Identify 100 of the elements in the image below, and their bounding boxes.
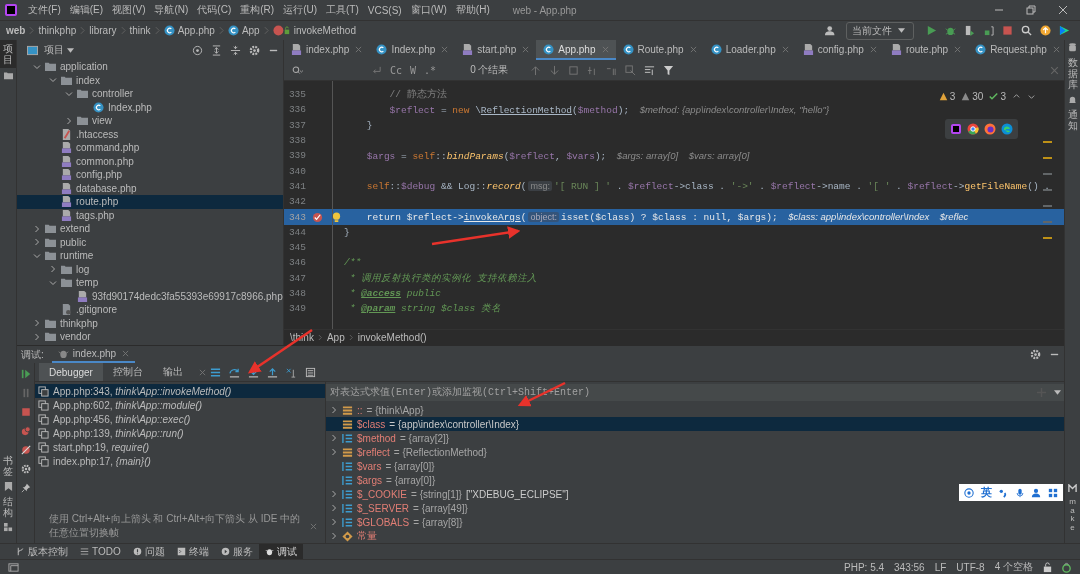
editor-tab[interactable]: config.php [795, 40, 884, 60]
tree-item[interactable]: database.php [17, 181, 283, 195]
menu-item[interactable]: 导航(N) [154, 3, 189, 17]
panel-toggle-icon[interactable] [8, 561, 19, 573]
tree-item[interactable]: temp [17, 276, 283, 290]
error-count[interactable]: 3 [949, 91, 956, 102]
menu-item[interactable]: 视图(V) [112, 3, 146, 17]
stop-icon[interactable] [20, 407, 31, 417]
run-icon[interactable] [926, 25, 937, 36]
breadcrumb-item[interactable]: invokeMethod [293, 25, 356, 36]
menu-item[interactable]: 编辑(E) [69, 3, 104, 17]
tool-window-tab[interactable]: 版本控制 [10, 544, 74, 559]
tree-item[interactable]: config.php [17, 168, 283, 182]
calculator-icon[interactable] [304, 366, 316, 378]
microphone-icon[interactable] [1014, 487, 1025, 498]
database-tool-tab[interactable]: 数据库 [1067, 55, 1078, 92]
warning-count[interactable]: 30 [972, 91, 984, 102]
variable-entry[interactable]: $reflect = {ReflectionMethod} [357, 446, 487, 458]
stack-frame[interactable]: App.php:139, think\App::run() [35, 426, 325, 440]
menu-item[interactable]: 文件(F) [28, 3, 61, 17]
structure-tool-tab[interactable]: 结构 [3, 494, 13, 520]
regex-toggle[interactable]: .* [424, 64, 437, 76]
bulb-icon[interactable] [331, 211, 341, 223]
newline-icon[interactable] [371, 64, 382, 76]
chevron-icon[interactable] [330, 490, 338, 498]
select-occurrences-icon[interactable] [625, 64, 637, 76]
ide-browser-icon[interactable] [950, 123, 962, 135]
stack-frame[interactable]: App.php:602, think\App::module() [35, 398, 325, 412]
settings-icon[interactable] [249, 44, 260, 56]
close-icon[interactable] [1058, 5, 1068, 15]
chevron-icon[interactable] [330, 434, 338, 442]
bug-icon[interactable] [945, 25, 956, 36]
stop-icon[interactable] [1002, 25, 1013, 36]
stack-frame[interactable]: App.php:456, think\App::exec() [35, 412, 325, 426]
tree-item[interactable]: 93fd90174dedc3fa55393e69917c8966.php [17, 289, 283, 303]
locate-icon[interactable] [192, 44, 203, 56]
editor-tab[interactable]: Route.php [615, 40, 704, 60]
resume-icon[interactable] [20, 369, 31, 379]
arrow-down-icon[interactable] [549, 64, 561, 76]
status-item[interactable]: 4 个空格 [994, 560, 1033, 574]
variable-entry[interactable]: $GLOBALS = {array[8]} [357, 516, 463, 528]
punctuation-icon[interactable] [998, 487, 1009, 498]
breadcrumb-item[interactable]: library [89, 25, 117, 36]
tree-item[interactable]: extend [17, 222, 283, 236]
caret-icon[interactable] [1054, 390, 1061, 395]
search-icon[interactable] [292, 64, 303, 76]
variable-entry[interactable]: $_COOKIE = {string[1]} ["XDEBUG_ECLIPSE"] [357, 488, 569, 500]
tree-item[interactable]: public [17, 235, 283, 249]
caret-icon[interactable] [67, 47, 74, 53]
status-item[interactable]: PHP: 5.4 [844, 561, 885, 573]
tree-item[interactable]: .gitignore [17, 303, 283, 317]
step-over-icon[interactable] [228, 366, 240, 378]
tree-item[interactable]: application [17, 60, 283, 74]
variable-entry[interactable]: 常量 [357, 529, 377, 543]
inspector-icon[interactable] [1061, 561, 1072, 573]
chevron-up-icon[interactable] [1012, 92, 1021, 101]
tool-window-tab[interactable]: 调试 [258, 544, 303, 559]
toolbox-icon[interactable] [1059, 25, 1070, 36]
breakpoint-icon[interactable] [311, 211, 323, 223]
variable-entry[interactable]: $method = {array[2]} [357, 432, 450, 444]
breadcrumb-item[interactable]: App [241, 25, 260, 36]
tree-item[interactable]: tags.php [17, 208, 283, 222]
menu-item[interactable]: 工具(T) [326, 3, 359, 17]
tree-item[interactable]: thinkphp [17, 316, 283, 330]
stack-frame[interactable]: index.php:17, {main}() [35, 454, 325, 468]
menu-item[interactable]: 运行(U) [283, 3, 318, 17]
status-item[interactable]: 343:56 [894, 561, 925, 573]
menu-item[interactable]: 代码(C) [197, 3, 232, 17]
breadcrumb-item[interactable]: App.php [177, 25, 215, 36]
in-selection-icon[interactable] [644, 64, 656, 76]
profiler-icon[interactable] [983, 25, 994, 36]
step-out-icon[interactable] [266, 366, 278, 378]
make-tool-tab[interactable]: make [1068, 495, 1077, 535]
editor-tab[interactable]: route.php [883, 40, 969, 60]
variable-entry[interactable]: :: = {think\App} [357, 404, 424, 416]
settings-icon[interactable] [1030, 349, 1041, 360]
tree-item[interactable]: command.php [17, 141, 283, 155]
selected-variable-row[interactable]: $class = {app\index\controller\Index} [326, 417, 1064, 431]
settings-icon[interactable] [20, 464, 31, 474]
status-item[interactable]: LF [934, 561, 947, 573]
tree-item[interactable]: log [17, 262, 283, 276]
chevron-icon[interactable] [330, 518, 338, 526]
grid-icon[interactable] [1047, 487, 1058, 498]
tree-item[interactable]: controller [17, 87, 283, 101]
menu-item[interactable]: 帮助(H) [455, 3, 490, 17]
chevron-icon[interactable] [330, 532, 338, 540]
breadcrumb-item[interactable]: App [326, 332, 345, 343]
edge-icon[interactable] [1001, 123, 1013, 135]
editor-tab[interactable]: App.php [536, 40, 616, 60]
chevron-icon[interactable] [330, 504, 338, 512]
whole-word-toggle[interactable]: W [410, 64, 417, 76]
stack-frame[interactable]: start.php:19, require() [35, 440, 325, 454]
tree-item[interactable]: runtime [17, 249, 283, 263]
breadcrumb-item[interactable]: think [129, 25, 151, 36]
project-tool-tab[interactable]: 项目 [0, 40, 16, 68]
update-icon[interactable] [1040, 25, 1051, 36]
collapse-all-icon[interactable] [230, 44, 241, 56]
debugger-tab[interactable]: Debugger [39, 363, 103, 381]
editor-tab[interactable]: Request.php [968, 40, 1064, 60]
status-item[interactable]: UTF-8 [956, 561, 985, 573]
